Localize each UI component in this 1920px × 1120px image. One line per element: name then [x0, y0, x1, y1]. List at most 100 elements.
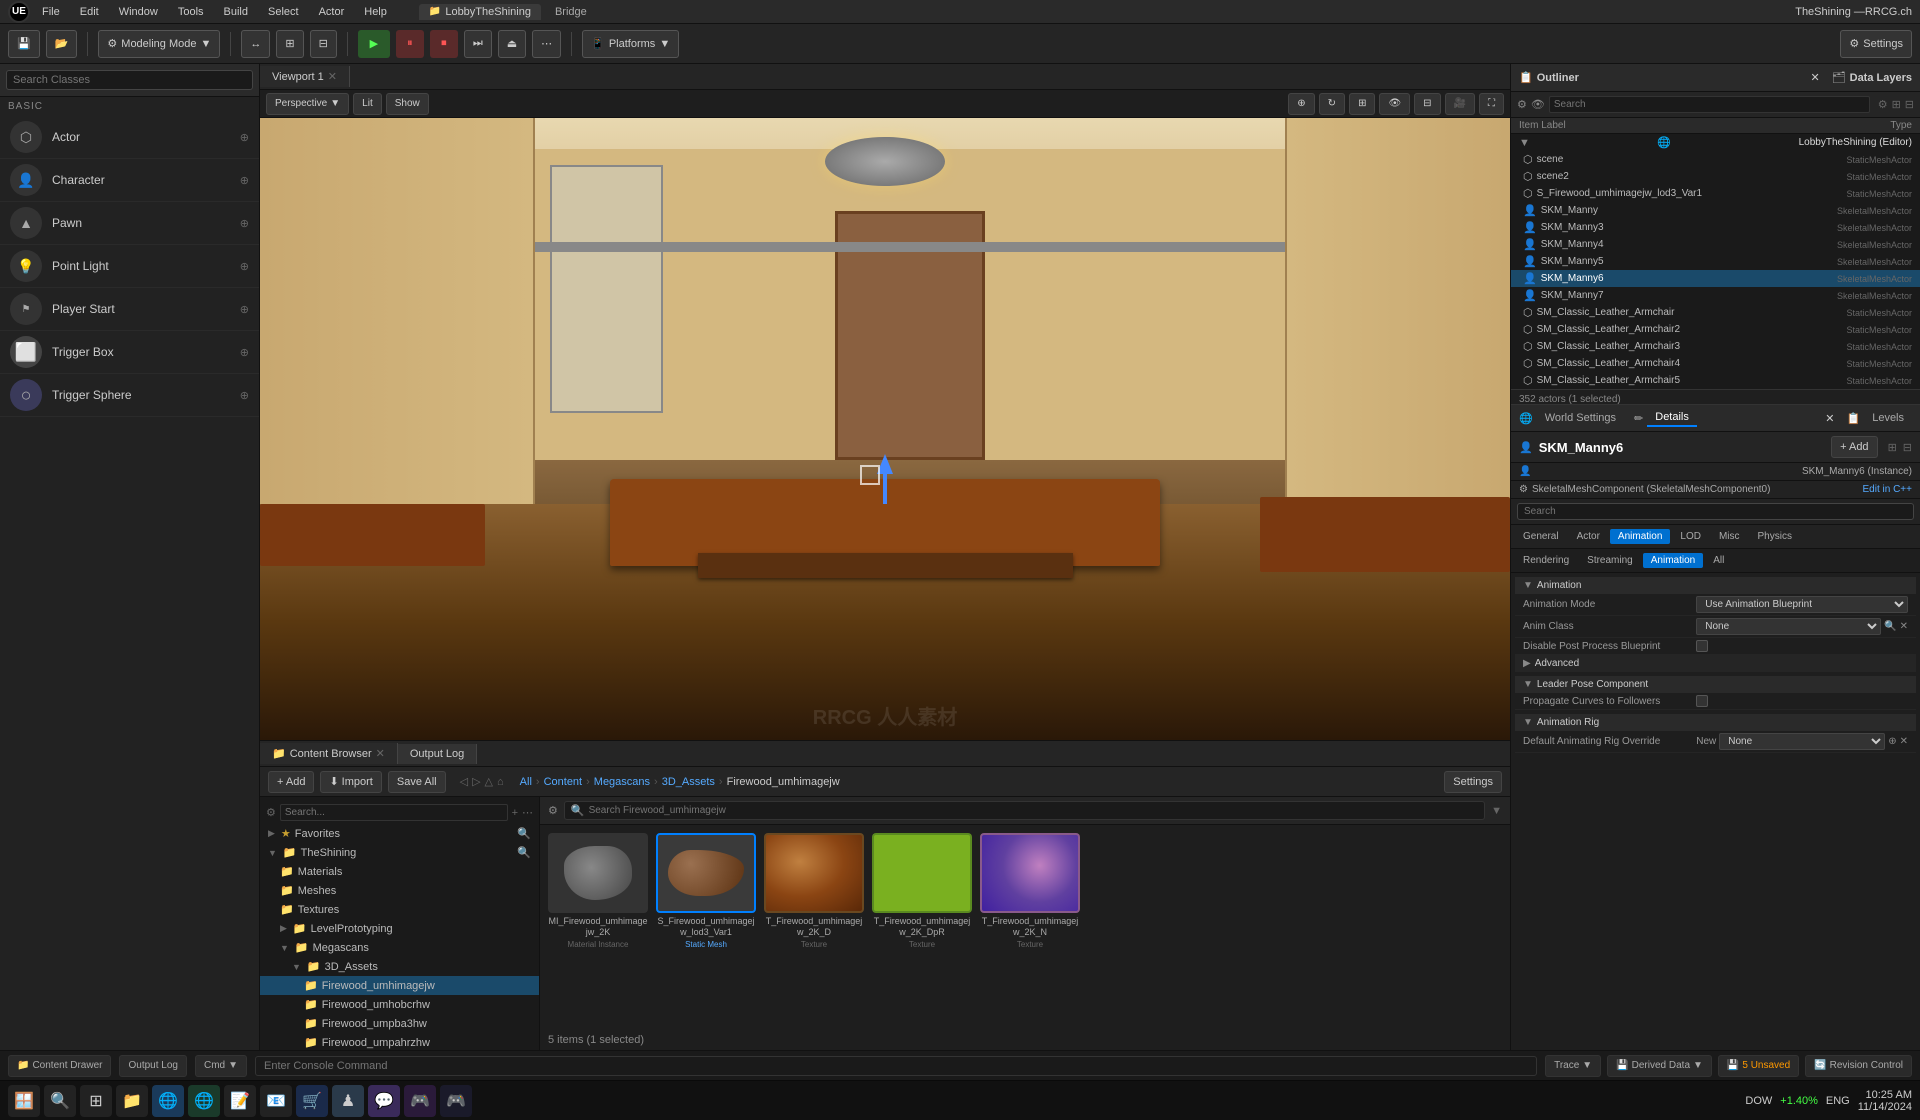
project-tab[interactable]: 📁 LobbyTheShining	[419, 4, 541, 20]
tree-search-input[interactable]	[280, 804, 508, 821]
steam-btn[interactable]: ♟	[332, 1085, 364, 1117]
details-tab[interactable]: Details	[1647, 409, 1697, 427]
skip-btn[interactable]: ⏭	[464, 30, 492, 58]
levels-tab[interactable]: Levels	[1864, 410, 1912, 426]
firewood-umhobcrhw-item[interactable]: 📁 Firewood_umhobcrhw	[260, 995, 539, 1014]
ue5-taskbar-btn[interactable]: 🎮	[440, 1085, 472, 1117]
asset-s-firewood[interactable]: S_Firewood_umhimagejw_lod3_Var1 Static M…	[656, 833, 756, 949]
menu-file[interactable]: File	[34, 4, 68, 20]
edge-btn[interactable]: 🌐	[188, 1085, 220, 1117]
vp-rotate-btn[interactable]: ↻	[1319, 93, 1345, 115]
subtab-all[interactable]: All	[1705, 553, 1732, 568]
favorites-item[interactable]: ▶ ★ Favorites 🔍	[260, 824, 539, 843]
vp-wire-btn[interactable]: ⊟	[1414, 93, 1440, 115]
dots-btn[interactable]: ⋯	[532, 30, 561, 58]
outliner-armchair5[interactable]: ⬡ SM_Classic_Leather_Armchair5 StaticMes…	[1511, 372, 1920, 389]
details-close-btn[interactable]: ✕	[1825, 412, 1834, 425]
menu-select[interactable]: Select	[260, 4, 307, 20]
nav-home-icon[interactable]: ⌂	[497, 776, 504, 788]
store-btn[interactable]: 🛒	[296, 1085, 328, 1117]
outliner-search-input[interactable]	[1549, 96, 1870, 113]
filter-physics[interactable]: Physics	[1750, 529, 1800, 544]
content-browser-tab[interactable]: 📁 Content Browser ✕	[260, 743, 398, 764]
world-settings-tab[interactable]: World Settings	[1537, 410, 1624, 426]
theshining-item[interactable]: ▼ 📁 TheShining 🔍	[260, 843, 539, 862]
explorer-btn[interactable]: 📁	[116, 1085, 148, 1117]
leader-pose-header[interactable]: ▼ Leader Pose Component	[1515, 676, 1916, 693]
outliner-manny[interactable]: 👤 SKM_Manny SkeletalMeshActor	[1511, 202, 1920, 219]
place-pawn[interactable]: ▲ Pawn ⊕	[0, 202, 259, 245]
firewood-umpahrzhw-item[interactable]: 📁 Firewood_umpahrzhw	[260, 1033, 539, 1050]
tree-more-icon[interactable]: ⋯	[522, 806, 533, 819]
trace-btn[interactable]: Trace ▼	[1545, 1055, 1601, 1077]
theshining-search-icon[interactable]: 🔍	[517, 846, 531, 859]
outliner-manny4[interactable]: 👤 SKM_Manny4 SkeletalMeshActor	[1511, 236, 1920, 253]
cmd-btn[interactable]: Cmd ▼	[195, 1055, 247, 1077]
output-log-tab[interactable]: Output Log	[398, 744, 477, 764]
subtab-streaming[interactable]: Streaming	[1579, 553, 1641, 568]
bc-all[interactable]: All	[520, 776, 532, 788]
import-btn[interactable]: ⬇ Import	[320, 771, 381, 793]
menu-edit[interactable]: Edit	[72, 4, 107, 20]
place-player-start[interactable]: ⚑ Player Start ⊕	[0, 288, 259, 331]
vp-camera-btn[interactable]: 🎥	[1445, 93, 1475, 115]
platforms-btn[interactable]: 📱 Platforms ▼	[582, 30, 679, 58]
play-btn[interactable]: ▶	[358, 30, 390, 58]
eject-btn[interactable]: ⏏	[498, 30, 526, 58]
viewport-close-icon[interactable]: ✕	[328, 70, 337, 83]
details-add-btn[interactable]: + Add	[1831, 436, 1877, 458]
settings-btn[interactable]: ⚙ Settings	[1840, 30, 1912, 58]
asset-t-firewood-d[interactable]: T_Firewood_umhimagejw_2K_D Texture	[764, 833, 864, 949]
pause-btn[interactable]: ⏸	[396, 30, 424, 58]
perspective-btn[interactable]: Perspective ▼	[266, 93, 349, 115]
textures-item[interactable]: 📁 Textures	[260, 900, 539, 919]
browser2-btn[interactable]: 🎮	[404, 1085, 436, 1117]
asset-t-firewood-dpr[interactable]: T_Firewood_umhimagejw_2K_DpR Texture	[872, 833, 972, 949]
save-all-btn[interactable]: Save All	[388, 771, 446, 793]
place-character[interactable]: 👤 Character ⊕	[0, 159, 259, 202]
task-view-btn[interactable]: ⊞	[80, 1085, 112, 1117]
content-settings-btn[interactable]: Settings	[1444, 771, 1502, 793]
outliner-armchair1[interactable]: ⬡ SM_Classic_Leather_Armchair StaticMesh…	[1511, 304, 1920, 321]
transform-btn[interactable]: ↔	[241, 30, 270, 58]
filter-misc[interactable]: Misc	[1711, 529, 1748, 544]
outliner-filter-icon[interactable]: ⚙	[1517, 98, 1527, 111]
place-actor[interactable]: ⬡ Actor ⊕	[0, 116, 259, 159]
materials-item[interactable]: 📁 Materials	[260, 862, 539, 881]
filter-actor[interactable]: Actor	[1569, 529, 1608, 544]
nav-up-icon[interactable]: △	[485, 775, 493, 788]
outliner-close-btn[interactable]: ✕	[1810, 71, 1819, 84]
menu-window[interactable]: Window	[111, 4, 166, 20]
advanced-section-header[interactable]: ▶ Advanced	[1515, 655, 1916, 672]
anim-rig-header[interactable]: ▼ Animation Rig	[1515, 714, 1916, 731]
derived-data-btn[interactable]: 💾 Derived Data ▼	[1607, 1055, 1712, 1077]
mode-btn[interactable]: ⚙ Modeling Mode ▼	[98, 30, 220, 58]
vp-maximize-btn[interactable]: ⛶	[1479, 93, 1504, 115]
outliner-armchair2[interactable]: ⬡ SM_Classic_Leather_Armchair2 StaticMes…	[1511, 321, 1920, 338]
disable-post-checkbox[interactable]	[1696, 640, 1708, 652]
outliner-armchair3[interactable]: ⬡ SM_Classic_Leather_Armchair3 StaticMes…	[1511, 338, 1920, 355]
outliner-firewood[interactable]: ⬡ S_Firewood_umhimagejw_lod3_Var1 Static…	[1511, 185, 1920, 202]
filter-animation[interactable]: Animation	[1610, 529, 1670, 544]
add-content-btn[interactable]: + Add	[268, 771, 314, 793]
firewood-umpba3hw-item[interactable]: 📁 Firewood_umpba3hw	[260, 1014, 539, 1033]
content-browser-close[interactable]: ✕	[376, 747, 385, 760]
default-anim-icon1[interactable]: ⊕	[1888, 736, 1896, 747]
notepad-btn[interactable]: 📝	[224, 1085, 256, 1117]
bc-content[interactable]: Content	[544, 776, 583, 788]
revision-btn[interactable]: 🔄 Revision Control	[1805, 1055, 1912, 1077]
chrome-btn[interactable]: 🌐	[152, 1085, 184, 1117]
default-anim-select[interactable]: None	[1719, 733, 1885, 750]
levelprototyping-item[interactable]: ▶ 📁 LevelPrototyping	[260, 919, 539, 938]
filter-general[interactable]: General	[1515, 529, 1567, 544]
save-btn[interactable]: 💾	[8, 30, 40, 58]
vp-view-btn[interactable]: 👁	[1379, 93, 1410, 115]
firewood-umhimagejw-item[interactable]: 📁 Firewood_umhimagejw	[260, 976, 539, 995]
details-list-icon[interactable]: ⊟	[1903, 441, 1912, 454]
vp-scale-btn[interactable]: ⊞	[1349, 93, 1375, 115]
bc-firewood[interactable]: Firewood_umhimagejw	[727, 776, 840, 788]
unsaved-btn[interactable]: 💾 5 Unsaved	[1718, 1055, 1799, 1077]
anim-class-browse-icon[interactable]: 🔍	[1884, 621, 1896, 632]
outliner-manny7[interactable]: 👤 SKM_Manny7 SkeletalMeshActor	[1511, 287, 1920, 304]
outliner-scene2[interactable]: ⬡ scene2 StaticMeshActor	[1511, 168, 1920, 185]
